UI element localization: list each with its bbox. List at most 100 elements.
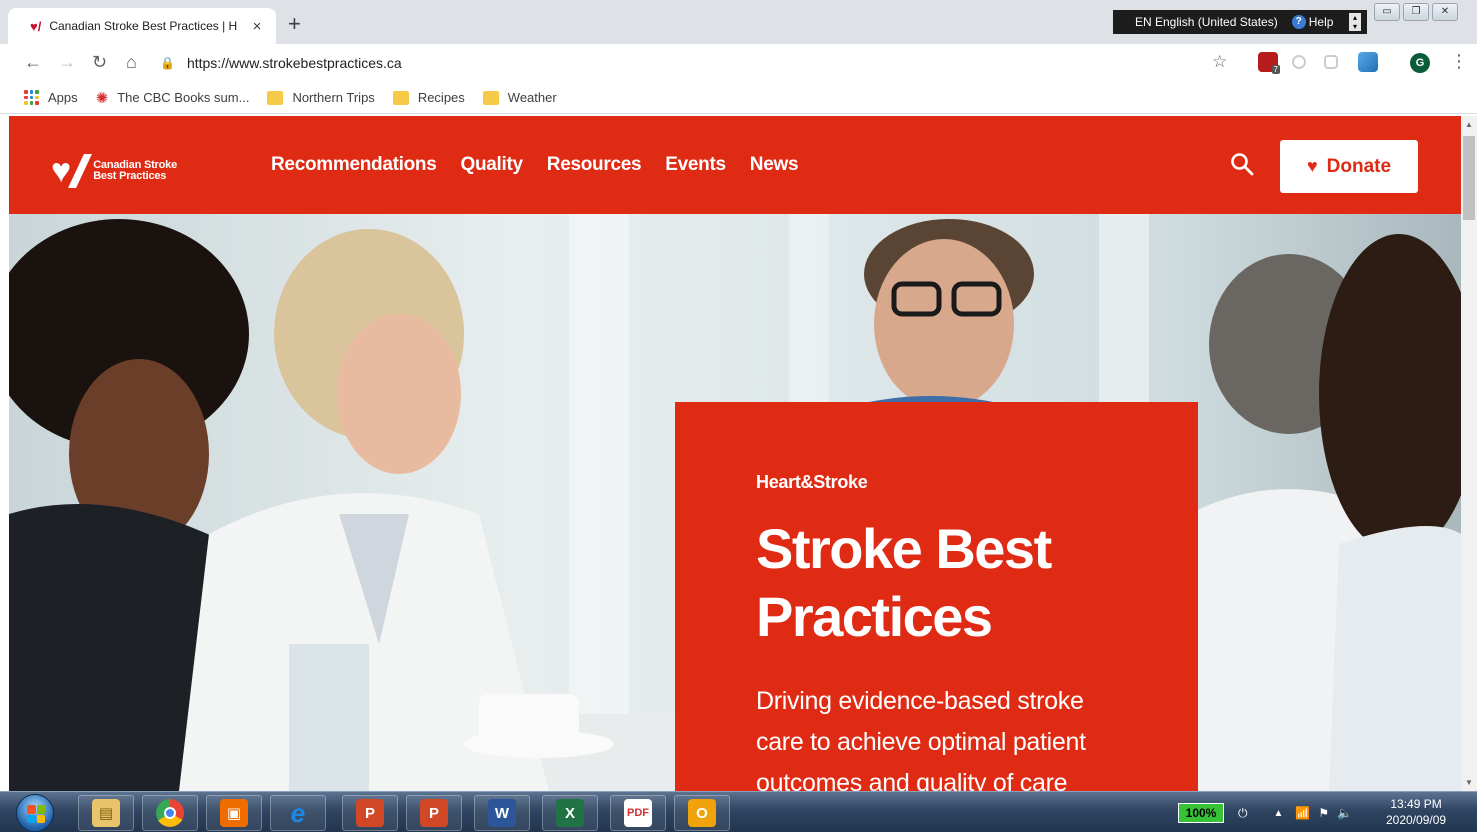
- window-controls: ▭ ❐ ✕: [1374, 3, 1458, 21]
- screen: ♥/ Canadian Stroke Best Practices | H × …: [0, 0, 1477, 832]
- nav-news[interactable]: News: [750, 154, 799, 176]
- pdf-icon: PDF: [624, 799, 652, 827]
- nav-events[interactable]: Events: [665, 154, 726, 176]
- scroll-down-icon[interactable]: ▼: [1465, 778, 1473, 787]
- heart-logo-icon: ♥: [51, 152, 72, 190]
- bookmark-label: Apps: [48, 90, 78, 105]
- help-icon: ?: [1291, 15, 1306, 29]
- chrome-icon: [156, 799, 184, 827]
- language-bar-options-icon[interactable]: ▴ ▾: [1349, 13, 1361, 31]
- hero-brand: Heart&Stroke: [756, 472, 868, 492]
- extension-shield-icon[interactable]: 7: [1258, 52, 1280, 74]
- start-button[interactable]: [16, 794, 54, 832]
- browser-toolbar: ← → ↻ ⌂ 🔒 https://www.strokebestpractice…: [0, 44, 1477, 82]
- page-scrollbar[interactable]: ▲ ▼: [1461, 116, 1477, 791]
- back-arrow-icon[interactable]: ←: [24, 52, 42, 72]
- windows-taskbar: ▤ ▣ e P P W X PDF O 100% ⏻ ▲ 📶 ⚑ 🔈 13:49…: [0, 791, 1477, 832]
- powerpoint-icon: P: [356, 799, 384, 827]
- hero-card: Heart&Stroke Stroke Best Practices Drivi…: [675, 402, 1198, 791]
- bookmarks-bar: Apps ✺ The CBC Books sum... Northern Tri…: [0, 82, 1477, 114]
- tab-close-icon[interactable]: ×: [248, 18, 266, 35]
- language-bar[interactable]: EN English (United States) ? Help ▴ ▾: [1113, 10, 1367, 34]
- site-logo[interactable]: ♥ Canadian Stroke Best Practices: [51, 154, 177, 188]
- folder-icon: [267, 90, 284, 105]
- show-hidden-icons-icon[interactable]: ▲: [1274, 808, 1284, 819]
- nav-resources[interactable]: Resources: [547, 154, 642, 176]
- bookmark-cbc-books[interactable]: ✺ The CBC Books sum...: [96, 89, 250, 107]
- home-icon[interactable]: ⌂: [126, 52, 137, 72]
- taskbar-pdf[interactable]: PDF: [610, 795, 666, 831]
- bookmark-apps[interactable]: Apps: [24, 90, 78, 105]
- browser-tabstrip: ♥/ Canadian Stroke Best Practices | H × …: [0, 0, 1477, 44]
- bookmark-weather[interactable]: Weather: [482, 90, 557, 105]
- taskbar-powerpoint[interactable]: P: [342, 795, 398, 831]
- main-navigation: Recommendations Quality Resources Events…: [271, 154, 799, 176]
- menu-kebab-icon[interactable]: ⋮: [1450, 51, 1468, 72]
- scroll-up-icon[interactable]: ▲: [1465, 120, 1473, 129]
- nav-recommendations[interactable]: Recommendations: [271, 154, 437, 176]
- network-signal-icon[interactable]: 📶: [1295, 806, 1310, 820]
- system-clock[interactable]: 13:49 PM 2020/09/09: [1386, 796, 1446, 828]
- new-tab-button[interactable]: +: [288, 12, 301, 36]
- windows-explorer-icon: ▤: [92, 799, 120, 827]
- windows-logo-icon: [27, 805, 45, 823]
- excel-icon: X: [556, 799, 584, 827]
- power-plug-icon[interactable]: ⏻: [1238, 806, 1248, 821]
- bookmark-label: Northern Trips: [292, 90, 375, 105]
- hero-description: Driving evidence-based stroke care to ac…: [756, 687, 1086, 791]
- battery-indicator[interactable]: 100%: [1178, 803, 1224, 823]
- clock-date: 2020/09/09: [1386, 813, 1447, 827]
- restore-button[interactable]: ❐: [1403, 3, 1429, 21]
- tab-title: Canadian Stroke Best Practices | H: [49, 19, 238, 33]
- help-button[interactable]: ? Help: [1291, 15, 1333, 29]
- logo-slash: [68, 154, 93, 188]
- url-text[interactable]: https://www.strokebestpractices.ca: [187, 55, 402, 71]
- taskbar-chrome[interactable]: [142, 795, 198, 831]
- reload-icon[interactable]: ↻: [92, 52, 107, 72]
- search-icon[interactable]: [1230, 152, 1254, 176]
- clock-time: 13:49 PM: [1390, 797, 1442, 811]
- address-bar[interactable]: 🔒 https://www.strokebestpractices.ca: [160, 50, 1250, 76]
- taskbar-powerpoint-2[interactable]: P: [406, 795, 462, 831]
- extension-badge: 7: [1271, 65, 1280, 74]
- taskbar-outlook[interactable]: O: [674, 795, 730, 831]
- outlook-icon: O: [688, 799, 716, 827]
- language-indicator[interactable]: EN English (United States): [1135, 15, 1278, 29]
- browser-tab[interactable]: ♥/ Canadian Stroke Best Practices | H ×: [8, 8, 276, 44]
- folder-icon: [482, 90, 499, 105]
- bookmark-label: The CBC Books sum...: [117, 90, 250, 105]
- bookmark-northern-trips[interactable]: Northern Trips: [267, 90, 375, 105]
- taskbar-excel[interactable]: X: [542, 795, 598, 831]
- bookmark-recipes[interactable]: Recipes: [392, 90, 465, 105]
- extension-box-icon[interactable]: [1324, 55, 1338, 69]
- extension-circle-icon[interactable]: [1292, 55, 1306, 69]
- nav-quality[interactable]: Quality: [460, 154, 523, 176]
- extension-sync-icon[interactable]: [1358, 52, 1378, 72]
- lock-icon: 🔒: [160, 56, 175, 70]
- hero-title-line2: Practices: [756, 585, 993, 648]
- close-window-button[interactable]: ✕: [1432, 3, 1458, 21]
- volume-icon[interactable]: 🔈: [1337, 806, 1352, 820]
- bookmark-label: Recipes: [417, 90, 465, 105]
- media-icon: ▣: [220, 799, 248, 827]
- taskbar-word[interactable]: W: [474, 795, 530, 831]
- forward-arrow-icon[interactable]: →: [58, 52, 76, 72]
- bookmark-label: Weather: [507, 90, 557, 105]
- bookmark-star-icon[interactable]: ☆: [1212, 52, 1227, 72]
- logo-text: Canadian Stroke Best Practices: [93, 160, 177, 182]
- donate-label: Donate: [1326, 155, 1392, 177]
- cbc-icon: ✺: [95, 89, 109, 107]
- taskbar-windows-explorer[interactable]: ▤: [78, 795, 134, 831]
- donate-button[interactable]: ♥ Donate: [1280, 140, 1418, 193]
- folder-icon: [392, 90, 409, 105]
- word-icon: W: [488, 799, 516, 827]
- action-center-icon[interactable]: ⚑: [1318, 806, 1329, 820]
- profile-avatar[interactable]: G: [1410, 53, 1430, 73]
- minimize-button[interactable]: ▭: [1374, 3, 1400, 21]
- scrollbar-thumb[interactable]: [1463, 136, 1475, 220]
- hero-banner: Heart&Stroke Stroke Best Practices Drivi…: [9, 214, 1461, 791]
- taskbar-media[interactable]: ▣: [206, 795, 262, 831]
- taskbar-internet-explorer[interactable]: e: [270, 795, 326, 831]
- apps-grid-icon: [24, 90, 39, 105]
- heart-icon: ♥: [1306, 156, 1318, 176]
